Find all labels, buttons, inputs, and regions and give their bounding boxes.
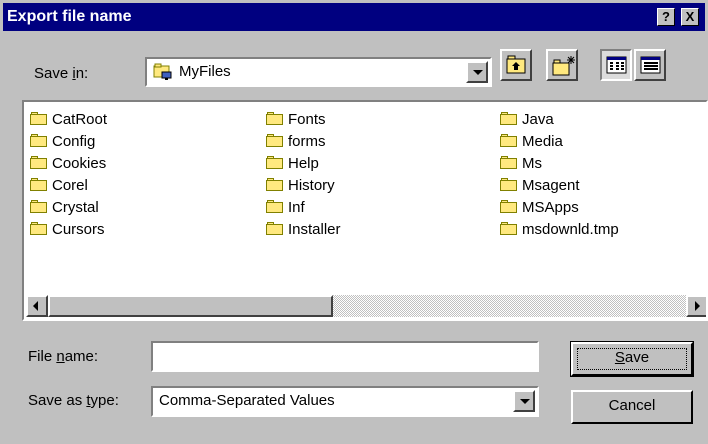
arrow-right-icon: [695, 301, 700, 311]
focus-ring: [577, 348, 687, 370]
list-item[interactable]: MSApps: [500, 196, 619, 218]
folder-icon: [30, 112, 48, 126]
details-view-icon: [640, 55, 662, 79]
export-file-dialog: Export file name ? X Save in: MyFiles Ca…: [0, 0, 708, 444]
folder-icon: [500, 156, 518, 170]
folder-icon: [266, 200, 284, 214]
list-item[interactable]: Cookies: [30, 152, 107, 174]
folder-icon: [266, 156, 284, 170]
list-item[interactable]: forms: [266, 130, 341, 152]
save-in-value: MyFiles: [179, 63, 231, 80]
file-name-label: File name:: [28, 348, 99, 365]
folder-icon: [30, 200, 48, 214]
list-item[interactable]: msdownld.tmp: [500, 218, 619, 240]
folder-icon: [500, 178, 518, 192]
file-column-2: Fonts forms Help History Inf Installer: [266, 108, 341, 240]
save-as-type-select[interactable]: Comma-Separated Values: [151, 386, 539, 417]
scrollbar-thumb[interactable]: [48, 295, 333, 317]
file-name-field[interactable]: [151, 341, 539, 372]
folder-icon: [30, 156, 48, 170]
list-item[interactable]: Java: [500, 108, 619, 130]
new-folder-icon: [552, 55, 576, 81]
list-item[interactable]: Msagent: [500, 174, 619, 196]
new-folder-button[interactable]: [546, 49, 578, 81]
file-column-1: CatRoot Config Cookies Corel Crystal Cur…: [30, 108, 107, 240]
folder-icon: [500, 222, 518, 236]
scroll-left-button[interactable]: [26, 295, 48, 317]
horizontal-scrollbar[interactable]: [26, 295, 706, 317]
file-column-3: Java Media Ms Msagent MSApps msdownld.tm…: [500, 108, 619, 240]
list-item[interactable]: Corel: [30, 174, 107, 196]
title-bar[interactable]: Export file name ? X: [3, 3, 705, 31]
scroll-right-button[interactable]: [686, 295, 706, 317]
save-as-type-label: Save as type:: [28, 392, 119, 409]
list-item[interactable]: Cursors: [30, 218, 107, 240]
list-item[interactable]: CatRoot: [30, 108, 107, 130]
list-item[interactable]: Help: [266, 152, 341, 174]
list-item[interactable]: Config: [30, 130, 107, 152]
list-view-icon: [606, 55, 628, 79]
list-item[interactable]: Installer: [266, 218, 341, 240]
cancel-button[interactable]: Cancel: [571, 390, 693, 424]
folder-icon: [500, 112, 518, 126]
folder-icon: [30, 134, 48, 148]
folder-icon: [500, 200, 518, 214]
folder-network-icon: [153, 63, 173, 81]
list-item[interactable]: Crystal: [30, 196, 107, 218]
folder-icon: [30, 178, 48, 192]
help-button[interactable]: ?: [657, 8, 675, 26]
list-item[interactable]: Ms: [500, 152, 619, 174]
list-item[interactable]: Fonts: [266, 108, 341, 130]
up-one-level-icon: [506, 55, 528, 79]
list-view-button[interactable]: [600, 49, 632, 81]
up-one-level-button[interactable]: [500, 49, 532, 81]
close-button[interactable]: X: [681, 8, 699, 26]
save-as-type-value: Comma-Separated Values: [159, 392, 335, 409]
save-in-combo[interactable]: MyFiles: [145, 57, 492, 87]
dialog-title: Export file name: [7, 8, 132, 25]
list-item[interactable]: History: [266, 174, 341, 196]
arrow-left-icon: [33, 301, 38, 311]
list-item[interactable]: Inf: [266, 196, 341, 218]
folder-icon: [266, 178, 284, 192]
save-in-label: Save in:: [34, 65, 89, 82]
folder-icon: [30, 222, 48, 236]
folder-icon: [266, 112, 284, 126]
folder-icon: [266, 222, 284, 236]
folder-icon: [500, 134, 518, 148]
list-item[interactable]: Media: [500, 130, 619, 152]
chevron-down-icon: [520, 399, 530, 404]
save-button[interactable]: Save: [570, 341, 694, 377]
details-view-button[interactable]: [634, 49, 666, 81]
save-as-type-dropdown-button[interactable]: [513, 390, 535, 412]
chevron-down-icon: [473, 70, 483, 75]
save-in-dropdown-button[interactable]: [466, 61, 488, 83]
folder-icon: [266, 134, 284, 148]
file-list[interactable]: CatRoot Config Cookies Corel Crystal Cur…: [22, 100, 708, 321]
